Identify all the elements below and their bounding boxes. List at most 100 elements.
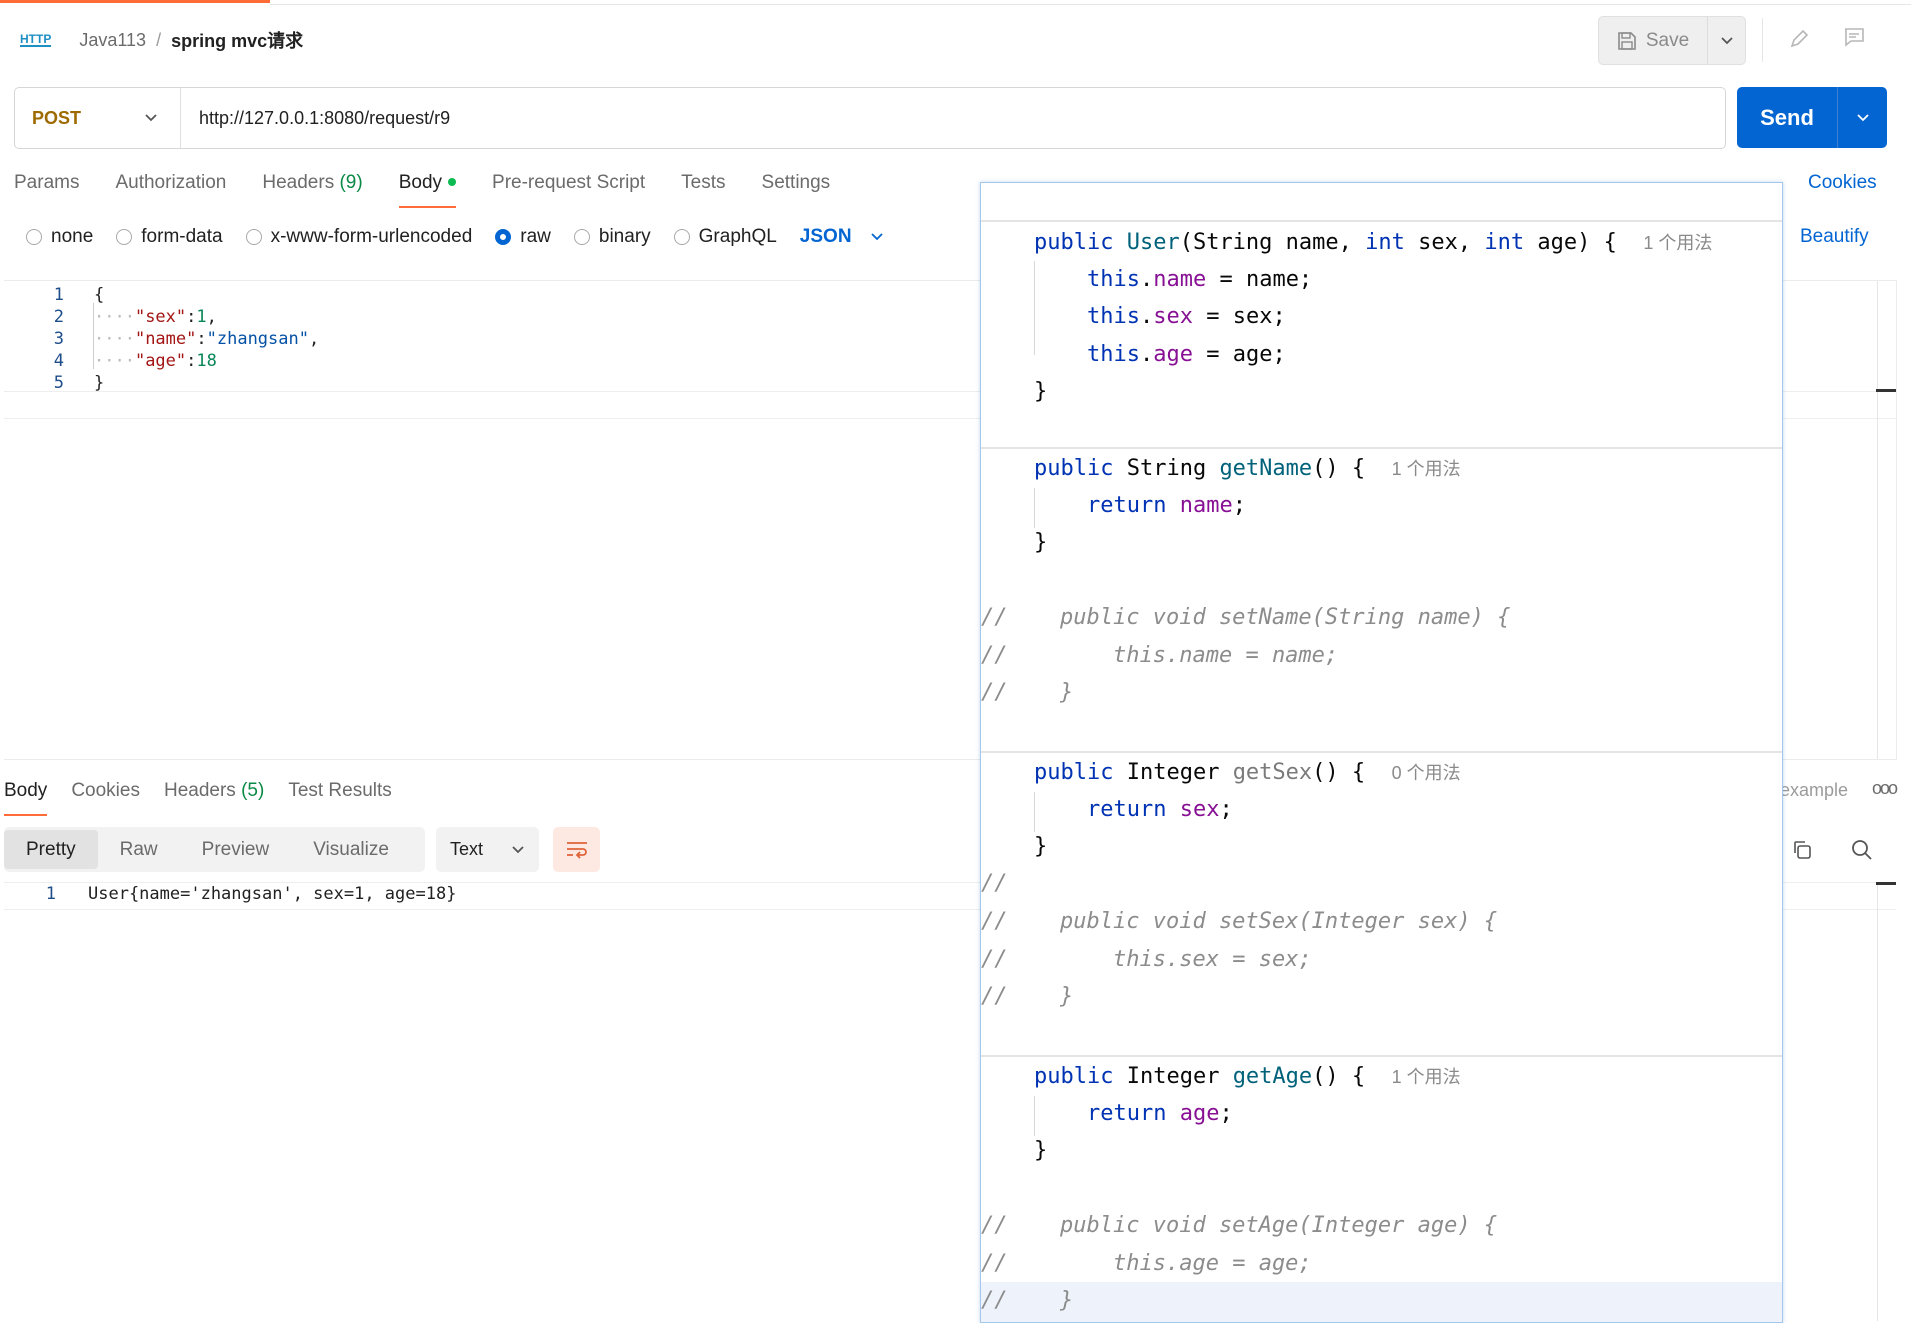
response-tab-headers-label: Headers xyxy=(163,780,236,801)
chevron-down-icon xyxy=(512,845,524,853)
method-value: POST xyxy=(32,107,82,128)
code-text: ; xyxy=(1219,797,1233,822)
wrap-lines-icon xyxy=(566,841,587,859)
save-dropdown-button[interactable] xyxy=(1708,17,1745,64)
tab-headers-label: Headers xyxy=(262,172,335,193)
field-age: age xyxy=(1179,1101,1220,1126)
request-tabs: Params Authorization Headers (9) Body Pr… xyxy=(14,172,866,208)
radio-graphql[interactable]: GraphQL xyxy=(673,226,777,248)
view-visualize[interactable]: Visualize xyxy=(291,830,411,869)
send-button[interactable]: Send xyxy=(1737,87,1838,148)
editor-scrollbar[interactable] xyxy=(1877,281,1878,759)
response-tab-cookies[interactable]: Cookies xyxy=(71,780,140,802)
view-raw[interactable]: Raw xyxy=(98,830,180,869)
response-scrollbar[interactable] xyxy=(1877,882,1878,1321)
view-preview[interactable]: Preview xyxy=(180,830,292,869)
comment-marker: // xyxy=(981,1251,1008,1276)
chevron-down-icon xyxy=(870,233,883,241)
code-line: } xyxy=(94,373,104,393)
code-text: age) { xyxy=(1524,230,1617,255)
keyword-int: int xyxy=(1365,230,1405,255)
method-select[interactable]: POST xyxy=(15,88,181,148)
request-name[interactable]: spring mvc请求 xyxy=(171,27,303,53)
tab-authorization[interactable]: Authorization xyxy=(115,172,226,194)
keyword-int: int xyxy=(1484,230,1525,255)
line-number: 3 xyxy=(53,329,64,349)
code-text: = sex; xyxy=(1192,304,1286,329)
type-integer: Integer xyxy=(1126,1064,1233,1089)
code-text: () { xyxy=(1312,760,1366,785)
chevron-down-icon xyxy=(1856,113,1869,121)
comment-marker: // xyxy=(981,1288,1008,1313)
tab-body[interactable]: Body xyxy=(398,172,457,208)
search-icon[interactable] xyxy=(1850,838,1874,867)
response-format-select[interactable]: Text xyxy=(436,827,539,872)
scrollbar-cursor-mark xyxy=(1876,882,1896,885)
usage-hint[interactable]: 1 个用法 xyxy=(1643,233,1712,253)
code-line: this.name = name; xyxy=(1087,267,1313,292)
method-getage: getAge xyxy=(1232,1064,1313,1089)
response-view-switcher: Pretty Raw Preview Visualize xyxy=(4,827,425,872)
cookies-link[interactable]: Cookies xyxy=(1808,172,1877,194)
edit-pencil-icon[interactable] xyxy=(1788,28,1810,56)
tab-params[interactable]: Params xyxy=(14,172,79,194)
response-tab-body[interactable]: Body xyxy=(4,780,48,816)
comments-icon[interactable] xyxy=(1842,26,1866,53)
tab-settings[interactable]: Settings xyxy=(762,172,831,194)
beautify-link[interactable]: Beautify xyxy=(1800,226,1869,248)
raw-format-select[interactable]: JSON xyxy=(800,226,884,248)
comment-marker: // xyxy=(981,947,1008,972)
current-line-highlight xyxy=(981,1282,1782,1322)
code-text: sex, xyxy=(1404,230,1485,255)
code-line: ····"sex":1, xyxy=(94,307,217,327)
code-text: ; xyxy=(1219,1101,1233,1126)
radio-raw[interactable]: raw xyxy=(495,226,551,248)
line-number: 5 xyxy=(53,373,64,393)
code-line: ····"age":18 xyxy=(94,351,217,371)
radio-urlencoded[interactable]: x-www-form-urlencoded xyxy=(245,226,472,248)
code-line: { xyxy=(94,285,104,305)
url-input[interactable]: http://127.0.0.1:8080/request/r9 xyxy=(181,108,450,129)
comment-marker: // xyxy=(981,871,1008,896)
commented-code: this.sex = sex; xyxy=(1113,947,1312,972)
indent-guide xyxy=(1034,1096,1035,1136)
radio-raw-label: raw xyxy=(520,226,551,247)
code-line: this.age = age; xyxy=(1087,342,1286,367)
raw-format-value: JSON xyxy=(799,226,852,247)
wrap-lines-button[interactable] xyxy=(553,827,600,872)
constructor-name: User xyxy=(1126,230,1180,255)
radio-form-data[interactable]: form-data xyxy=(116,226,223,248)
json-number: 1 xyxy=(196,307,207,327)
more-options-icon[interactable]: ooo xyxy=(1872,778,1898,799)
response-text: User{name='zhangsan', sex=1, age=18} xyxy=(88,884,457,904)
usage-hint[interactable]: 0 个用法 xyxy=(1392,763,1461,783)
tab-pre-request-script[interactable]: Pre-request Script xyxy=(492,172,645,194)
indent-guide xyxy=(1034,792,1035,832)
line-number: 1 xyxy=(53,285,64,305)
radio-none[interactable]: none xyxy=(26,226,93,248)
keyword-return: return xyxy=(1087,493,1180,518)
usage-hint[interactable]: 1 个用法 xyxy=(1392,459,1461,479)
view-pretty[interactable]: Pretty xyxy=(4,830,98,869)
breadcrumb: HTTP Java113 / spring mvc请求 xyxy=(20,27,303,53)
response-tab-headers[interactable]: Headers (5) xyxy=(164,780,264,802)
save-button[interactable]: Save xyxy=(1599,17,1708,64)
comment-marker: // xyxy=(981,984,1008,1009)
breadcrumb-collection[interactable]: Java113 xyxy=(79,30,146,51)
response-tab-test-results[interactable]: Test Results xyxy=(288,780,391,802)
tab-tests[interactable]: Tests xyxy=(681,172,725,194)
line-number: 1 xyxy=(45,884,56,904)
usage-hint[interactable]: 1 个用法 xyxy=(1392,1067,1461,1087)
save-as-example-link[interactable]: example xyxy=(1780,780,1848,801)
json-number: 18 xyxy=(196,351,217,371)
keyword-public: public xyxy=(1034,760,1127,785)
type-integer: Integer xyxy=(1126,760,1233,785)
radio-binary[interactable]: binary xyxy=(573,226,651,248)
commented-code: this.name = name; xyxy=(1113,643,1339,668)
tab-headers[interactable]: Headers (9) xyxy=(262,172,362,194)
comment-marker: // xyxy=(981,1213,1008,1238)
indent-guide xyxy=(1034,261,1035,355)
copy-icon[interactable] xyxy=(1790,838,1814,867)
field-name: name xyxy=(1179,493,1233,518)
send-dropdown-button[interactable] xyxy=(1838,87,1887,148)
